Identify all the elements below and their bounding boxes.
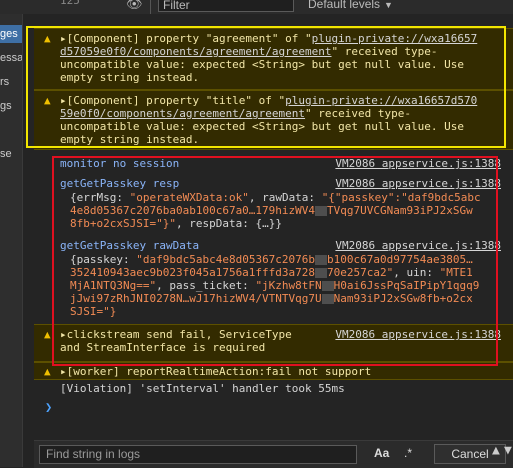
console-toolbar: 125 👁 Filter Default levels ▼ bbox=[0, 0, 513, 14]
regex-button[interactable]: .* bbox=[404, 446, 412, 460]
warning-icon: ▲ bbox=[44, 328, 51, 341]
sidebar-item-4[interactable]: se bbox=[0, 148, 12, 160]
console-prompt-icon[interactable]: ❯ bbox=[45, 400, 52, 414]
chevron-down-icon: ▼ bbox=[384, 0, 393, 10]
toolbar-divider bbox=[150, 0, 151, 14]
eye-icon[interactable]: 👁 bbox=[126, 0, 143, 12]
highlight-box-red bbox=[52, 156, 498, 366]
warning-icon: ▲ bbox=[44, 365, 51, 378]
sidebar-item-1[interactable]: essa bbox=[0, 52, 22, 64]
levels-label: Default levels bbox=[308, 0, 381, 11]
sidebar: ges essa rs gs se bbox=[0, 14, 23, 467]
levels-dropdown[interactable]: Default levels ▼ bbox=[308, 0, 393, 11]
log-text: [Violation] 'setInterval' handler took 5… bbox=[60, 382, 345, 395]
match-case-button[interactable]: Aa bbox=[374, 446, 389, 460]
log-row: [Violation] 'setInterval' handler took 5… bbox=[34, 380, 513, 396]
sidebar-item-0[interactable]: ges bbox=[0, 28, 18, 40]
sidebar-item-2[interactable]: rs bbox=[0, 76, 9, 88]
search-input[interactable]: Find string in logs bbox=[39, 445, 357, 464]
filter-input[interactable]: Filter bbox=[158, 0, 294, 12]
chevron-down-icon[interactable]: ▼ bbox=[504, 443, 512, 458]
sidebar-item-3[interactable]: gs bbox=[0, 100, 12, 112]
truncated-log-text: 125 bbox=[60, 0, 80, 7]
search-bar: Find string in logs Aa .* Cancel ▲ ▼ bbox=[34, 440, 513, 468]
warning-text: ▸[worker] reportRealtimeAction:fail not … bbox=[60, 365, 372, 378]
highlight-box-yellow bbox=[26, 26, 506, 148]
chevron-up-icon[interactable]: ▲ bbox=[492, 443, 500, 458]
